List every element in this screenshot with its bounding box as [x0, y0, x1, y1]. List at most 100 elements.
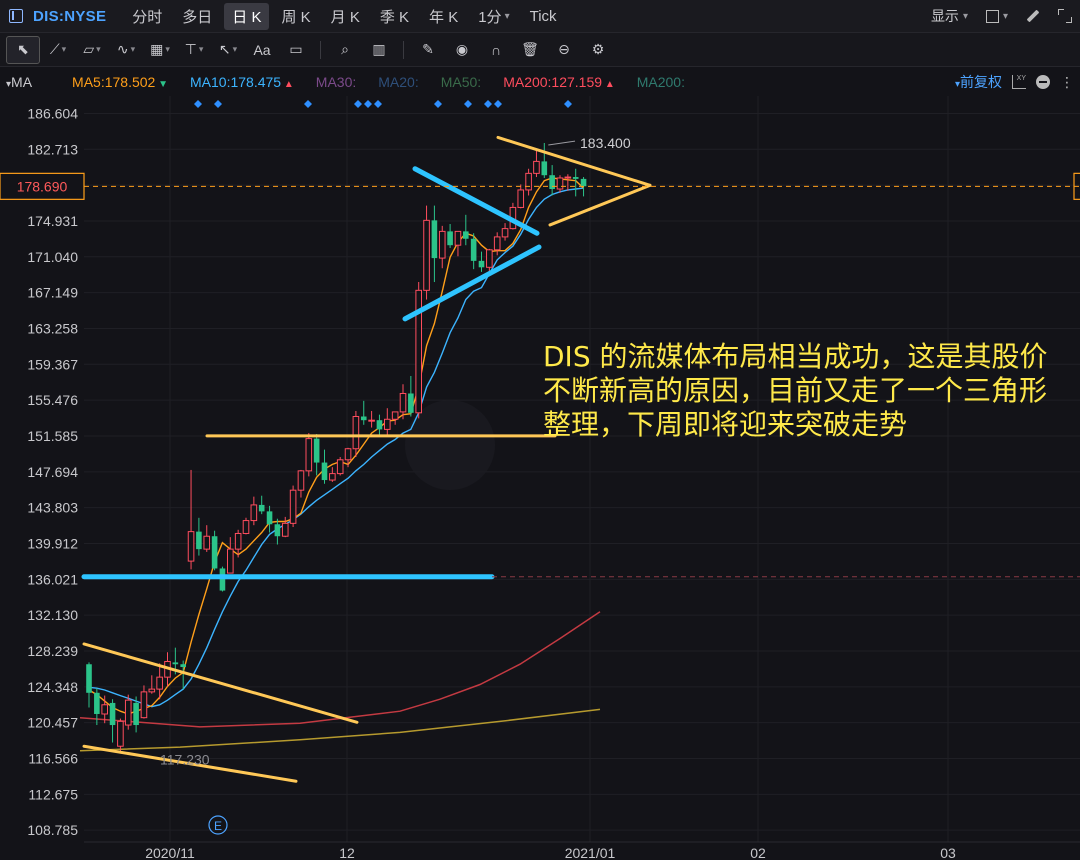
candle-body[interactable] [431, 220, 438, 259]
candle-body[interactable] [234, 532, 242, 550]
y-tick-label: 116.566 [28, 751, 78, 767]
candle-body[interactable] [274, 524, 281, 537]
candle-body[interactable] [203, 535, 211, 550]
x-tick-label: 2020/11 [145, 845, 195, 860]
earnings-marker-label: E [214, 819, 222, 833]
candle-body[interactable] [517, 189, 525, 208]
candle-body[interactable] [133, 702, 139, 726]
candles[interactable] [86, 142, 587, 752]
candle-body[interactable] [86, 664, 92, 693]
candle-body[interactable] [391, 411, 399, 420]
candle-body[interactable] [352, 416, 360, 450]
y-tick-label: 147.694 [27, 464, 78, 480]
candle-body[interactable] [196, 531, 202, 550]
event-diamond-icon[interactable] [484, 100, 492, 108]
event-diamond-icon[interactable] [214, 100, 222, 108]
drawn-line-0[interactable] [82, 642, 359, 724]
grid-lines [84, 96, 1080, 843]
candle-body[interactable] [156, 676, 163, 690]
candle-body[interactable] [148, 688, 156, 693]
candle-body[interactable] [211, 536, 218, 569]
candle-body[interactable] [360, 416, 367, 421]
candle-body[interactable] [305, 438, 313, 472]
event-diamond-icon[interactable] [464, 100, 472, 108]
candle-body[interactable] [117, 720, 124, 747]
candle-body[interactable] [478, 260, 485, 268]
x-tick-label: 02 [750, 845, 766, 860]
candle-body[interactable] [470, 238, 477, 261]
candle-body[interactable] [329, 473, 336, 481]
candle-body[interactable] [94, 692, 100, 714]
event-diamond-icon[interactable] [374, 100, 382, 108]
candle-body[interactable] [408, 393, 414, 413]
candle-body[interactable] [438, 230, 446, 259]
event-diamond-icon[interactable] [364, 100, 372, 108]
candle-body[interactable] [266, 511, 273, 525]
candle-body[interactable] [486, 249, 493, 268]
candle-body[interactable] [447, 231, 453, 246]
candle-body[interactable] [289, 489, 297, 524]
event-diamond-icon[interactable] [354, 100, 362, 108]
event-diamond-icon[interactable] [564, 100, 572, 108]
y-tick-label: 112.675 [28, 786, 78, 802]
y-tick-label: 174.931 [27, 213, 78, 229]
high-leader-line [548, 140, 576, 146]
candle-body[interactable] [109, 702, 116, 726]
candle-body[interactable] [572, 177, 579, 179]
candle-body[interactable] [297, 470, 305, 491]
ma10-line [88, 187, 584, 708]
candle-body[interactable] [219, 568, 226, 591]
ma-gold-line [79, 708, 601, 752]
event-diamond-icon[interactable] [194, 100, 202, 108]
candle-body[interactable] [180, 664, 186, 668]
candle-body[interactable] [124, 699, 132, 726]
candle-body[interactable] [101, 704, 109, 715]
candle-body[interactable] [384, 418, 391, 430]
event-diamond-icon[interactable] [304, 100, 312, 108]
candle-body[interactable] [227, 548, 234, 574]
candle-body[interactable] [564, 176, 572, 179]
candle-body[interactable] [250, 504, 258, 522]
candle-body[interactable] [493, 236, 501, 251]
candle-body[interactable] [344, 448, 352, 461]
candle-body[interactable] [368, 419, 375, 422]
y-tick-label: 139.912 [27, 535, 78, 551]
candle-body[interactable] [313, 438, 320, 463]
candle-body[interactable] [549, 175, 555, 190]
y-tick-label: 120.457 [27, 715, 78, 731]
candle-body[interactable] [580, 178, 587, 187]
candle-body[interactable] [281, 522, 289, 537]
candle-body[interactable] [376, 420, 383, 430]
candle-body[interactable] [533, 160, 540, 174]
candle-body[interactable] [172, 662, 179, 665]
x-tick-label: 03 [940, 845, 956, 860]
candle-body[interactable] [423, 219, 430, 291]
candle-body[interactable] [258, 504, 265, 512]
y-tick-label: 186.604 [27, 105, 78, 121]
y-tick-label: 132.130 [27, 607, 78, 623]
candle-body[interactable] [321, 462, 328, 481]
event-diamond-icon[interactable] [494, 100, 502, 108]
candle-body[interactable] [541, 161, 548, 176]
y-tick-label: 143.803 [27, 500, 78, 516]
candle-body[interactable] [501, 228, 509, 238]
candle-body[interactable] [336, 459, 344, 475]
ma5-line [88, 177, 584, 715]
low-label: 117.230 [160, 752, 210, 768]
y-tick-label: 182.713 [27, 141, 78, 157]
candle-body[interactable] [187, 531, 195, 562]
candle-body[interactable] [463, 231, 469, 239]
y-tick-label: 167.149 [27, 285, 78, 301]
candle-body[interactable] [140, 691, 148, 719]
y-tick-label: 163.258 [27, 320, 78, 336]
high-label: 183.400 [580, 135, 631, 151]
annotation-note: DIS 的流媒体布局相当成功，这是其股价不断新高的原因，目前又走了一个三角形整理… [543, 340, 1048, 441]
candle-body[interactable] [556, 177, 564, 190]
event-diamond-icon[interactable] [434, 100, 442, 108]
candle-body[interactable] [454, 230, 462, 246]
ma-red-line [79, 611, 601, 728]
candle-body[interactable] [242, 520, 250, 534]
candle-body[interactable] [399, 392, 407, 413]
candle-body[interactable] [525, 172, 532, 191]
x-tick-label: 12 [339, 845, 355, 860]
